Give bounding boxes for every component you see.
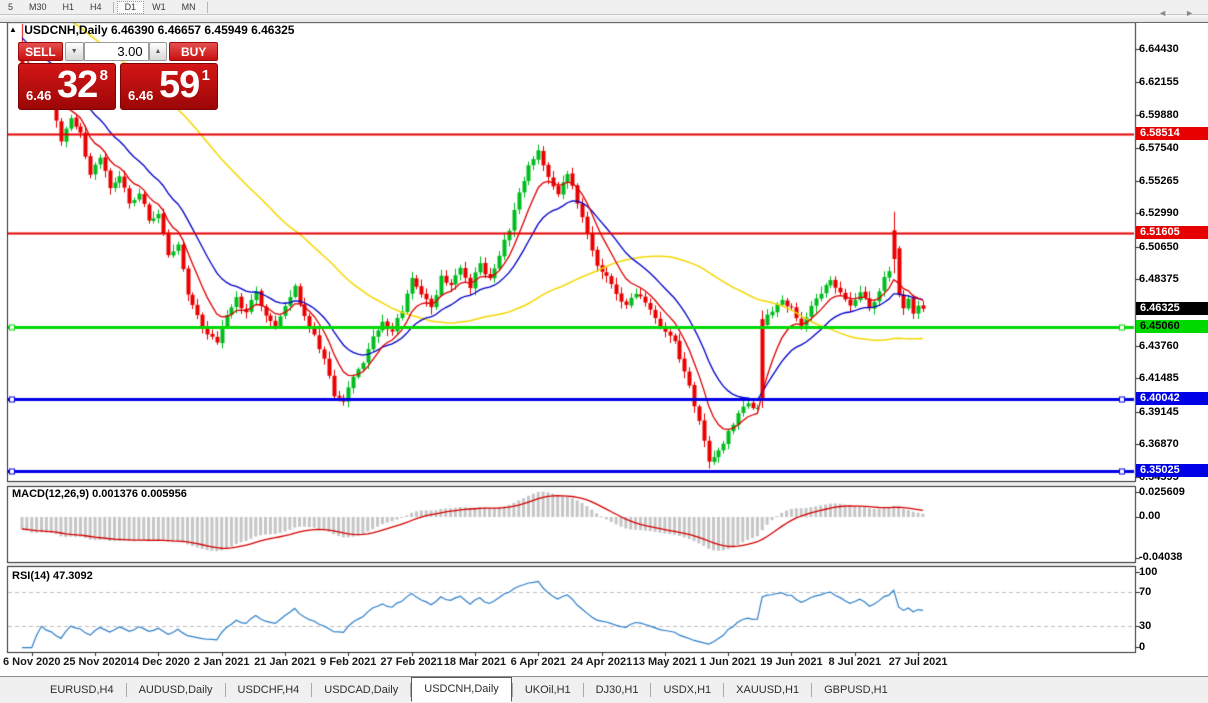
one-click-trade-panel: SELL ▼ ▲ BUY 6.46 32 8 6.46 59 1 bbox=[18, 42, 218, 110]
date-tick-label: 27 Jul 2021 bbox=[876, 656, 960, 668]
tab-scroll-left-icon[interactable]: ◄ bbox=[1158, 8, 1167, 18]
level-badge: 6.35025 bbox=[1136, 464, 1208, 477]
buy-button[interactable]: BUY bbox=[169, 42, 218, 61]
timeframe-toolbar: 5M30H1H4 D1W1MN bbox=[0, 0, 1208, 15]
chart-tab-usdcnh-daily[interactable]: USDCNH,Daily bbox=[411, 677, 512, 702]
buy-price-sup: 1 bbox=[202, 67, 210, 84]
timeframe-button-h1[interactable]: H1 bbox=[55, 1, 83, 14]
sell-price-big: 32 bbox=[57, 64, 97, 107]
chart-tab-gbpusd-h1[interactable]: GBPUSD,H1 bbox=[812, 680, 900, 700]
window-top-edge bbox=[0, 14, 1208, 23]
price-tick-label: 6.55265 bbox=[1139, 175, 1179, 187]
timeframe-button-m30[interactable]: M30 bbox=[21, 1, 55, 14]
mt4-window: 5M30H1H4 D1W1MN ▲ USDCNH,Daily 6.46390 6.… bbox=[0, 0, 1208, 703]
price-tick-label: 6.43760 bbox=[1139, 340, 1179, 352]
price-tick-label: 6.59880 bbox=[1139, 109, 1179, 121]
level-badge: 6.58514 bbox=[1136, 127, 1208, 140]
tab-scroll-controls: ◄ ► bbox=[1158, 8, 1194, 18]
current-price-badge: 6.46325 bbox=[1136, 302, 1208, 315]
chart-header: ▲ USDCNH,Daily 6.46390 6.46657 6.45949 6… bbox=[9, 23, 294, 37]
price-tick-label: 6.57540 bbox=[1139, 142, 1179, 154]
chart-tab-bar: EURUSD,H4AUDUSD,DailyUSDCHF,H4USDCAD,Dai… bbox=[0, 676, 1208, 703]
rsi-tick-label: 30 bbox=[1139, 620, 1151, 632]
buy-price-button[interactable]: 6.46 59 1 bbox=[120, 63, 218, 110]
level-badge: 6.40042 bbox=[1136, 392, 1208, 405]
price-tick-label: 6.64430 bbox=[1139, 43, 1179, 55]
rsi-indicator-label: RSI(14) 47.3092 bbox=[12, 570, 93, 582]
price-tick-label: 6.62155 bbox=[1139, 76, 1179, 88]
macd-tick-label: 0.00 bbox=[1139, 510, 1160, 522]
rsi-tick-label: 0 bbox=[1139, 641, 1145, 653]
sell-button[interactable]: SELL bbox=[18, 42, 63, 61]
toolbar-separator bbox=[113, 2, 114, 13]
chart-tab-usdcad-daily[interactable]: USDCAD,Daily bbox=[312, 680, 410, 700]
timeframe-button-5[interactable]: 5 bbox=[0, 1, 21, 14]
chart-tab-eurusd-h4[interactable]: EURUSD,H4 bbox=[38, 680, 126, 700]
level-badge: 6.51605 bbox=[1136, 226, 1208, 239]
volume-input[interactable] bbox=[84, 42, 149, 61]
tab-scroll-right-icon[interactable]: ► bbox=[1185, 8, 1194, 18]
chart-tab-usdx-h1[interactable]: USDX,H1 bbox=[651, 680, 723, 700]
price-tick-label: 6.36870 bbox=[1139, 438, 1179, 450]
chart-ohlc-values: 6.46390 6.46657 6.45949 6.46325 bbox=[111, 23, 295, 37]
price-tick-label: 6.39145 bbox=[1139, 406, 1179, 418]
chart-symbol-title: USDCNH,Daily bbox=[24, 23, 107, 37]
timeframe-button-w1[interactable]: W1 bbox=[144, 1, 174, 14]
macd-tick-label: -0.04038 bbox=[1139, 551, 1182, 563]
macd-indicator-label: MACD(12,26,9) 0.001376 0.005956 bbox=[12, 488, 187, 500]
price-tick-label: 6.52990 bbox=[1139, 207, 1179, 219]
volume-down-icon[interactable]: ▼ bbox=[65, 42, 84, 61]
sell-price-button[interactable]: 6.46 32 8 bbox=[18, 63, 116, 110]
sell-price-prefix: 6.46 bbox=[26, 88, 51, 103]
chart-tab-xauusd-h1[interactable]: XAUUSD,H1 bbox=[724, 680, 811, 700]
chart-tab-usdchf-h4[interactable]: USDCHF,H4 bbox=[226, 680, 312, 700]
timeframe-button-h4[interactable]: H4 bbox=[82, 1, 110, 14]
price-tick-label: 6.48375 bbox=[1139, 273, 1179, 285]
buy-price-big: 59 bbox=[159, 64, 199, 107]
timeframe-button-d1[interactable]: D1 bbox=[117, 1, 145, 14]
rsi-tick-label: 70 bbox=[1139, 586, 1151, 598]
sell-price-sup: 8 bbox=[100, 67, 108, 84]
chart-tab-dj30-h1[interactable]: DJ30,H1 bbox=[584, 680, 651, 700]
volume-up-icon[interactable]: ▲ bbox=[149, 42, 168, 61]
price-tick-label: 6.41485 bbox=[1139, 372, 1179, 384]
macd-tick-label: 0.025609 bbox=[1139, 486, 1185, 498]
level-badge: 6.45060 bbox=[1136, 320, 1208, 333]
collapse-panel-icon[interactable]: ▲ bbox=[9, 25, 17, 34]
timeframe-button-mn[interactable]: MN bbox=[174, 1, 204, 14]
chart-tab-audusd-daily[interactable]: AUDUSD,Daily bbox=[127, 680, 225, 700]
toolbar-separator bbox=[207, 2, 208, 13]
buy-price-prefix: 6.46 bbox=[128, 88, 153, 103]
price-tick-label: 6.50650 bbox=[1139, 241, 1179, 253]
rsi-tick-label: 100 bbox=[1139, 566, 1157, 578]
chart-tab-ukoil-h1[interactable]: UKOil,H1 bbox=[513, 680, 583, 700]
